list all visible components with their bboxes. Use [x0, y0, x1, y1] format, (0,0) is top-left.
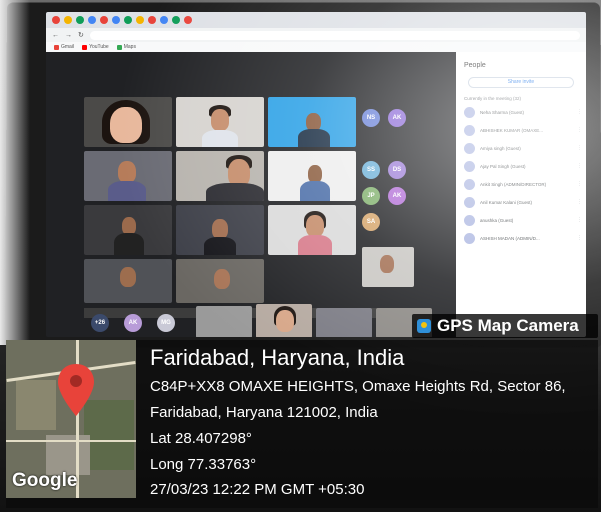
participant-avatar[interactable]: MG — [157, 314, 175, 332]
list-item[interactable]: Ajay Pal Singh (Guest) ⋮ — [464, 158, 582, 174]
browser-address-bar: ← → ↻ — [46, 28, 586, 42]
microphone-icon[interactable]: ⋮ — [577, 109, 582, 115]
participant-avatar[interactable]: AK — [124, 314, 142, 332]
avatar — [464, 196, 475, 208]
youtube-icon — [82, 44, 88, 50]
list-item[interactable]: ASHISH MADAN (ADMIN/D... ⋮ — [464, 230, 582, 246]
gps-camera-badge: GPS Map Camera — [412, 314, 598, 338]
avatar — [464, 178, 475, 190]
bookmark-youtube[interactable]: YouTube — [82, 44, 109, 50]
tab-favicon-icon[interactable] — [136, 16, 144, 24]
more-participants-button[interactable]: +26 — [91, 314, 109, 332]
participant-avatar[interactable]: DS — [388, 161, 406, 179]
microphone-icon[interactable]: ⋮ — [577, 145, 582, 151]
gmail-icon — [54, 44, 59, 50]
tab-favicon-icon[interactable] — [64, 16, 72, 24]
avatar — [464, 160, 475, 172]
tab-favicon-icon[interactable] — [88, 16, 96, 24]
participant-video-tile[interactable] — [176, 151, 264, 201]
participant-video-tile[interactable] — [256, 304, 312, 337]
panel-section-label: Currently in the meeting (32) — [464, 96, 522, 101]
participant-video-tile[interactable] — [268, 205, 356, 255]
participant-avatar[interactable]: NS — [362, 109, 380, 127]
tab-favicon-icon[interactable] — [160, 16, 168, 24]
tab-favicon-icon[interactable] — [184, 16, 192, 24]
location-pin-icon — [58, 364, 94, 416]
participant-avatar[interactable]: JP — [362, 187, 380, 205]
laptop-screen: ← → ↻ Gmail YouTube Maps NS AK SS DS JP … — [46, 12, 586, 337]
participant-video-tile[interactable] — [268, 151, 356, 201]
microphone-icon[interactable]: ⋮ — [577, 217, 582, 223]
timestamp: 27/03/23 12:22 PM GMT +05:30 — [150, 481, 365, 498]
participant-video-tile[interactable] — [84, 97, 172, 147]
panel-title: People — [464, 62, 486, 69]
avatar — [464, 124, 475, 136]
maps-icon — [116, 44, 122, 50]
tab-favicon-icon[interactable] — [112, 16, 120, 24]
longitude-value: Long 77.33763° — [150, 456, 257, 473]
participant-avatar[interactable]: SA — [362, 213, 380, 231]
microphone-icon[interactable]: ⋮ — [577, 163, 582, 169]
latitude-value: Lat 28.407298° — [150, 430, 252, 447]
participant-video-tile[interactable] — [362, 247, 414, 287]
bookmark-maps[interactable]: Maps — [116, 44, 136, 50]
participant-avatar[interactable]: AK — [388, 187, 406, 205]
list-item[interactable]: anushka (Guest) ⋮ — [464, 212, 582, 228]
microphone-icon[interactable]: ⋮ — [577, 127, 582, 133]
tab-favicon-icon[interactable] — [76, 16, 84, 24]
tab-favicon-icon[interactable] — [148, 16, 156, 24]
avatar — [464, 142, 475, 154]
light-glare-left — [0, 0, 30, 345]
participant-video-tile[interactable] — [268, 97, 356, 147]
microphone-icon[interactable]: ⋮ — [577, 199, 582, 205]
location-title: Faridabad, Haryana, India — [150, 345, 405, 370]
avatar — [464, 214, 475, 226]
participant-video-tile[interactable] — [84, 205, 172, 255]
participant-video-tile[interactable] — [316, 308, 372, 337]
bookmarks-bar: Gmail YouTube Maps — [46, 42, 586, 52]
browser-tab-bar — [46, 12, 586, 28]
address-line-2: Faridabad, Haryana 121002, India — [150, 404, 378, 421]
tab-favicon-icon[interactable] — [100, 16, 108, 24]
list-item[interactable]: Anil Kumar Kalani (Guest) ⋮ — [464, 194, 582, 210]
list-item[interactable]: Neha Sharma (Guest) ⋮ — [464, 104, 582, 120]
list-item[interactable]: Amiya singh (Guest) ⋮ — [464, 140, 582, 156]
gps-camera-logo-icon — [417, 319, 431, 333]
map-thumbnail: Google — [6, 340, 136, 498]
list-item[interactable]: ABHISHEK KUMAR (OMAXE... ⋮ — [464, 122, 582, 138]
bookmark-gmail[interactable]: Gmail — [54, 44, 74, 50]
avatar — [464, 106, 475, 118]
back-arrow-icon[interactable]: ← — [52, 32, 59, 39]
tab-favicon-icon[interactable] — [52, 16, 60, 24]
address-line-1: C84P+XX8 OMAXE HEIGHTS, Omaxe Heights Rd… — [150, 378, 566, 395]
meeting-bottom-row: +26 AK MG — [46, 304, 446, 337]
share-invite-button[interactable]: Share invite — [468, 77, 574, 88]
participant-avatar[interactable]: AK — [388, 109, 406, 127]
tab-favicon-icon[interactable] — [124, 16, 132, 24]
forward-arrow-icon[interactable]: → — [65, 32, 72, 39]
participant-video-tile[interactable] — [176, 205, 264, 255]
microphone-icon[interactable]: ⋮ — [577, 181, 582, 187]
participant-video-tile[interactable] — [176, 259, 264, 303]
avatar — [464, 232, 475, 244]
google-map-logo: Google — [12, 470, 78, 491]
tab-favicon-icon[interactable] — [172, 16, 180, 24]
participant-avatar[interactable]: SS — [362, 161, 380, 179]
participant-video-tile[interactable] — [176, 97, 264, 147]
participant-video-tile[interactable] — [84, 259, 172, 303]
participant-video-tile[interactable] — [84, 151, 172, 201]
gps-camera-title: GPS Map Camera — [437, 316, 579, 335]
list-item[interactable]: Ankit Singh (ADMIN/DIRECTOR) ⋮ — [464, 176, 582, 192]
url-input[interactable] — [89, 30, 580, 40]
people-panel: People Share invite Currently in the mee… — [456, 52, 586, 337]
reload-icon[interactable]: ↻ — [78, 31, 84, 39]
video-grid: NS AK SS DS JP AK SA — [84, 97, 414, 305]
participant-video-tile[interactable] — [196, 306, 252, 337]
microphone-icon[interactable]: ⋮ — [577, 235, 582, 241]
